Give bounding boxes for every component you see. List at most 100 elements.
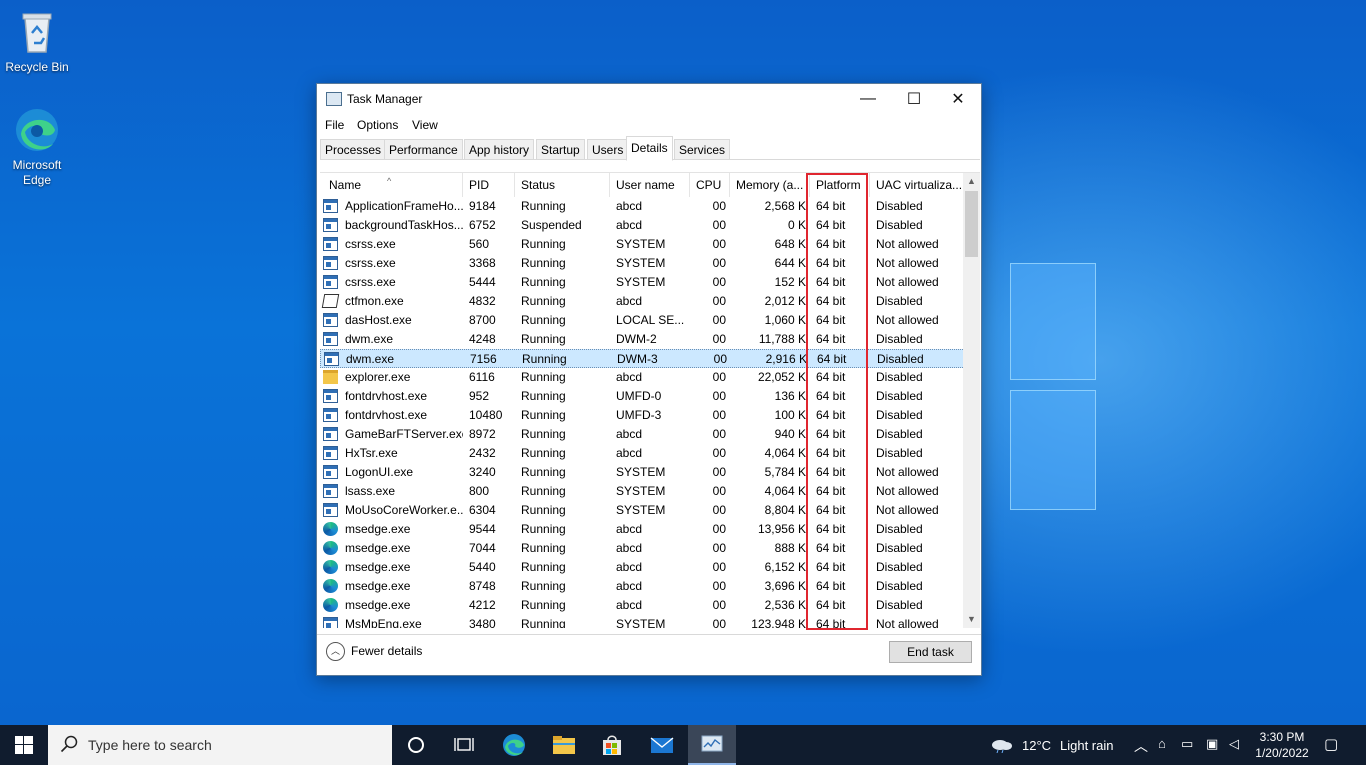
table-row[interactable]: ApplicationFrameHo... 9184 Running abcd 00 2,… [320, 197, 965, 216]
close-button[interactable]: ✕ [935, 84, 981, 114]
desktop-icon-microsoft-edge[interactable]: Microsoft Edge [0, 106, 74, 188]
battery-icon[interactable]: ▭ [1181, 736, 1193, 752]
cell-platform: 64 bit [816, 332, 846, 346]
network-icon[interactable]: ▣ [1206, 736, 1218, 752]
meet-now-icon[interactable]: ⌂ [1158, 736, 1166, 751]
menu-file[interactable]: File [325, 118, 344, 132]
table-row[interactable]: lsass.exe 800 Running SYSTEM 00 4,064 K 64 bit… [320, 482, 965, 501]
task-view-button[interactable] [440, 725, 488, 765]
notification-center-icon[interactable]: ▢ [1324, 735, 1338, 753]
cell-pid: 7044 [469, 541, 496, 555]
cell-memory: 6,152 K [764, 560, 806, 574]
table-row[interactable]: msedge.exe 5440 Running abcd 00 6,152 K 64 bit… [320, 558, 965, 577]
column-header-user-name[interactable]: User name [610, 173, 690, 197]
table-row[interactable]: csrss.exe 560 Running SYSTEM 00 648 K 64 bit No… [320, 235, 965, 254]
table-row[interactable]: dasHost.exe 8700 Running LOCAL SE... 00 1,060… [320, 311, 965, 330]
taskbar-file-explorer[interactable] [540, 725, 588, 765]
cortana-circle-icon [408, 737, 424, 753]
cell-pid: 800 [469, 484, 490, 498]
scrollbar-thumb[interactable] [965, 191, 978, 257]
table-row[interactable]: explorer.exe 6116 Running abcd 00 22,052 K 64 … [320, 368, 965, 387]
table-row[interactable]: csrss.exe 5444 Running SYSTEM 00 152 K 64 bit N… [320, 273, 965, 292]
table-row[interactable]: msedge.exe 9544 Running abcd 00 13,956 K 64 bi… [320, 520, 965, 539]
tab-services[interactable]: Services [674, 139, 731, 160]
desktop-icon-label: Recycle Bin [5, 60, 69, 74]
cell-user: abcd [616, 446, 643, 460]
cell-uac: Not allowed [876, 237, 939, 251]
table-row[interactable]: dwm.exe 4248 Running DWM-2 00 11,788 K 64 bit D… [320, 330, 965, 349]
column-header-pid[interactable]: PID [463, 173, 515, 197]
scroll-down-arrow-icon[interactable]: ▼ [963, 611, 980, 627]
column-header-cpu[interactable]: CPU [690, 173, 730, 197]
chevron-up-icon[interactable]: ︿ [1134, 736, 1148, 756]
table-row[interactable]: dwm.exe 7156 Running DWM-3 00 2,916 K 64 bit Di… [320, 349, 965, 368]
cell-pid: 4212 [469, 598, 496, 612]
cell-pid: 6752 [469, 218, 496, 232]
tab-app-history[interactable]: App history [464, 139, 535, 160]
weather-condition[interactable]: Light rain [1060, 738, 1113, 753]
cell-pid: 5444 [469, 275, 496, 289]
cell-pid: 3368 [469, 256, 496, 270]
table-row[interactable]: msedge.exe 7044 Running abcd 00 888 K 64 bit Di… [320, 539, 965, 558]
system-clock[interactable]: 3:30 PM 1/20/2022 [1252, 729, 1312, 761]
taskbar-mail[interactable] [638, 725, 686, 765]
tab-details[interactable]: Details [626, 136, 673, 161]
title-bar[interactable]: Task Manager — ☐ ✕ [317, 84, 981, 114]
details-table: Name ^ PID Status User name CPU Memory (a… [320, 172, 980, 628]
chevron-up-icon[interactable]: ︿ [326, 642, 345, 661]
table-row[interactable]: backgroundTaskHos... 6752 Suspended abcd 00 0… [320, 216, 965, 235]
cell-cpu: 00 [712, 408, 726, 422]
cell-user: abcd [616, 598, 643, 612]
column-header-platform[interactable]: Platform [810, 173, 870, 197]
table-row[interactable]: MoUsoCoreWorker.e... 6304 Running SYSTEM 00 8… [320, 501, 965, 520]
cell-uac: Not allowed [876, 313, 939, 327]
taskbar-edge[interactable] [490, 725, 538, 765]
table-row[interactable]: fontdrvhost.exe 10480 Running UMFD-3 00 100 K… [320, 406, 965, 425]
start-button[interactable] [0, 725, 48, 765]
table-row[interactable]: ctfmon.exe 4832 Running abcd 00 2,012 K 64 bit… [320, 292, 965, 311]
volume-icon[interactable]: ◁ [1229, 736, 1239, 752]
menu-view[interactable]: View [412, 118, 438, 132]
end-task-button[interactable]: End task [889, 641, 972, 663]
cell-name: backgroundTaskHos... [345, 218, 463, 232]
table-row[interactable]: csrss.exe 3368 Running SYSTEM 00 644 K 64 bit N… [320, 254, 965, 273]
taskbar-search[interactable]: Type here to search [48, 725, 392, 765]
tab-startup[interactable]: Startup [536, 139, 585, 160]
table-row[interactable]: LogonUI.exe 3240 Running SYSTEM 00 5,784 K 64 … [320, 463, 965, 482]
maximize-button[interactable]: ☐ [891, 84, 937, 114]
fewer-details-link[interactable]: Fewer details [351, 644, 422, 658]
cell-status: Running [521, 408, 566, 422]
cell-user: SYSTEM [616, 503, 666, 517]
table-row[interactable]: fontdrvhost.exe 952 Running UMFD-0 00 136 K 64… [320, 387, 965, 406]
tab-performance[interactable]: Performance [384, 139, 463, 160]
menu-options[interactable]: Options [357, 118, 398, 132]
taskbar-task-manager[interactable] [688, 725, 736, 765]
cell-user: DWM-2 [616, 332, 657, 346]
windows-logo-pane [1010, 390, 1096, 510]
cortana-button[interactable] [392, 725, 440, 765]
table-row[interactable]: GameBarFTServer.exe 8972 Running abcd 00 940 … [320, 425, 965, 444]
tab-users[interactable]: Users [587, 139, 629, 160]
tab-processes[interactable]: Processes [320, 139, 387, 160]
cell-pid: 4832 [469, 294, 496, 308]
column-header-uac-virtualization[interactable]: UAC virtualiza... [870, 173, 965, 197]
table-row[interactable]: msedge.exe 4212 Running abcd 00 2,536 K 64 bit… [320, 596, 965, 615]
windows-icon [15, 736, 33, 754]
scroll-up-arrow-icon[interactable]: ▲ [963, 173, 980, 189]
table-row[interactable]: msedge.exe 8748 Running abcd 00 3,696 K 64 bit… [320, 577, 965, 596]
cell-cpu: 00 [712, 560, 726, 574]
weather-temperature[interactable]: 12°C [1022, 738, 1051, 753]
minimize-button[interactable]: — [845, 84, 891, 114]
cell-name: fontdrvhost.exe [345, 408, 428, 422]
desktop-icon-recycle-bin[interactable]: Recycle Bin [0, 8, 74, 75]
table-row[interactable]: HxTsr.exe 2432 Running abcd 00 4,064 K 64 bit D… [320, 444, 965, 463]
taskbar-store[interactable] [588, 725, 636, 765]
table-row[interactable]: MsMpEng.exe 3480 Running SYSTEM 00 123,948 K 6… [320, 615, 965, 628]
vertical-scrollbar[interactable]: ▲ ▼ [963, 173, 980, 628]
cell-platform: 64 bit [816, 275, 846, 289]
column-header-name[interactable]: Name ^ [323, 173, 463, 197]
column-header-status[interactable]: Status [515, 173, 610, 197]
cell-name: fontdrvhost.exe [345, 389, 428, 403]
column-header-memory[interactable]: Memory (a... [730, 173, 810, 197]
cell-cpu: 00 [712, 218, 726, 232]
